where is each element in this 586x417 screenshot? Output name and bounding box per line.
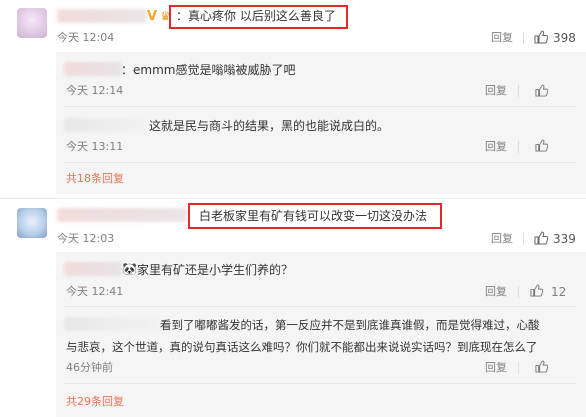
reply-time: 今天 12:14: [66, 84, 124, 97]
reply-button[interactable]: 回复: [485, 361, 507, 375]
comment-text: 白老板家里有矿有钱可以改变一切这没办法: [199, 209, 428, 223]
like-icon[interactable]: [534, 231, 548, 245]
reply-text: 这就是民与商斗的结果，黑的也能说成白的。: [149, 119, 390, 133]
separator: [518, 85, 519, 97]
reply-button[interactable]: 回复: [491, 31, 513, 45]
username-redacted: [57, 208, 187, 222]
reply-time: 今天 13:11: [66, 140, 124, 153]
comment-time: 今天 12:03: [57, 232, 115, 245]
separator: [523, 233, 524, 245]
vip-badge-icon: V: [147, 9, 158, 24]
reply-button[interactable]: 回复: [485, 140, 507, 154]
panda-emoji-icon: 🐼: [122, 262, 137, 276]
comment-time: 今天 12:04: [57, 31, 115, 44]
username-redacted: [64, 62, 122, 76]
reply-time: 今天 12:41: [66, 285, 124, 298]
like-count: 398: [553, 31, 576, 45]
separator: [518, 362, 519, 374]
reply-text-line-1: 看到了嘟嘟酱发的话，第一反应并不是到底谁真谁假，而是觉得难过，心酸: [160, 318, 540, 332]
separator: [518, 286, 519, 298]
reply-text: ：emmm感觉是嗡嗡被威胁了吧: [121, 63, 296, 77]
comment-divider: [0, 198, 586, 199]
separator: [518, 141, 519, 153]
divider: [64, 306, 576, 307]
separator: [523, 32, 524, 44]
like-icon[interactable]: [530, 284, 543, 297]
like-count: 339: [553, 232, 576, 246]
reply-time: 46分钟前: [66, 361, 113, 374]
like-count: 12: [551, 285, 567, 299]
avatar[interactable]: [17, 208, 47, 238]
like-icon[interactable]: [534, 30, 548, 44]
username-redacted: [64, 317, 160, 331]
username-redacted: [64, 262, 122, 276]
like-icon[interactable]: [535, 139, 548, 152]
reply-text-line-2: 与悲哀，这个世道，真的说句真话这么难吗？你们就不能都出来说说实话吗？到底现在怎么…: [66, 340, 538, 354]
divider: [64, 106, 576, 107]
more-replies-link[interactable]: 共18条回复: [66, 172, 124, 186]
reply-button[interactable]: 回复: [485, 285, 507, 299]
divider: [64, 383, 576, 384]
username-redacted: [64, 118, 148, 132]
like-icon[interactable]: [535, 84, 548, 97]
username-redacted: [57, 9, 147, 23]
comment-text: ：真心疼你 以后别这么善良了: [176, 9, 336, 23]
reply-button[interactable]: 回复: [485, 84, 507, 98]
divider: [64, 162, 576, 163]
reply-text: 家里有矿还是小学生们养的？: [137, 263, 294, 277]
more-replies-link[interactable]: 共29条回复: [66, 395, 124, 409]
like-icon[interactable]: [535, 360, 548, 373]
reply-button[interactable]: 回复: [491, 232, 513, 246]
reply-list: [56, 252, 586, 417]
avatar[interactable]: [17, 8, 47, 38]
